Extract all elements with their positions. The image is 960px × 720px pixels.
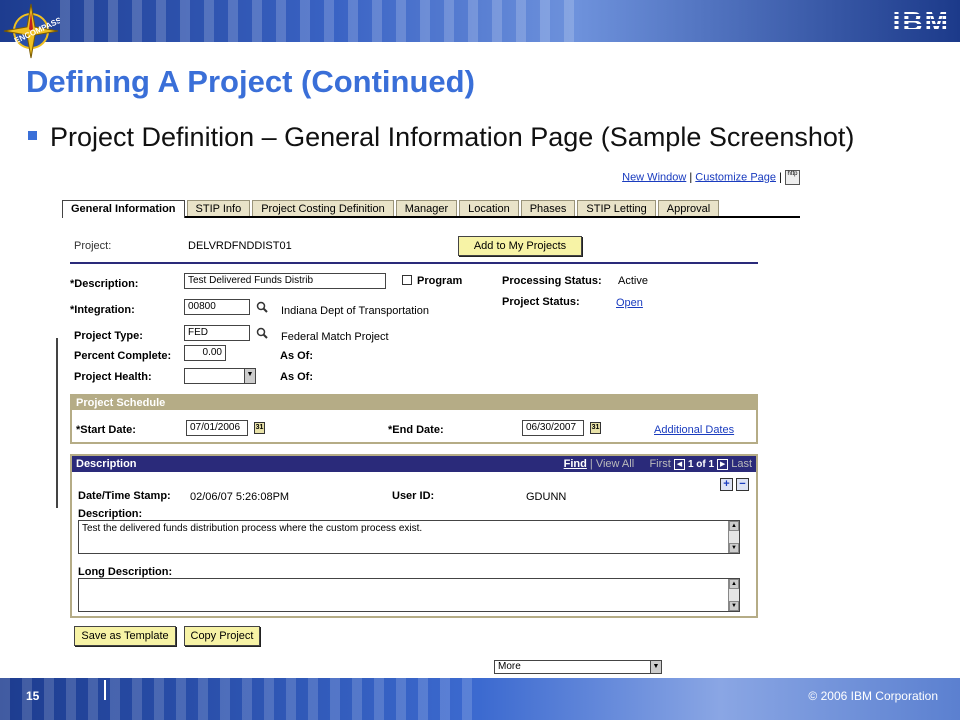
end-date-input[interactable]: 06/30/2007 [522, 420, 584, 436]
scroll-down-icon[interactable]: ▼ [729, 601, 739, 611]
long-description-textarea[interactable]: ▲ ▼ [78, 578, 740, 612]
tab-project-costing-definition[interactable]: Project Costing Definition [252, 200, 394, 216]
copy-project-button[interactable]: Copy Project [184, 626, 260, 646]
project-schedule-header: Project Schedule [72, 396, 756, 410]
row-counter: 1 of 1 [687, 459, 715, 470]
footer-divider [104, 680, 106, 700]
last-link[interactable]: Last [731, 458, 752, 470]
scroll-down-icon[interactable]: ▼ [729, 543, 739, 553]
as-of-label: As Of: [280, 350, 313, 362]
scroll-up-icon[interactable]: ▲ [729, 579, 739, 589]
first-link[interactable]: First [649, 458, 670, 470]
processing-status-value: Active [618, 275, 648, 287]
footer-pattern [0, 678, 480, 720]
scroll-up-icon[interactable]: ▲ [729, 521, 739, 531]
description-label: *Description: [70, 278, 139, 290]
project-id: DELVRDFNDDIST01 [188, 240, 292, 252]
banner-pattern [60, 0, 580, 42]
start-date-label: *Start Date: [76, 424, 136, 436]
top-banner: IBM [0, 0, 960, 42]
page-number: 15 [26, 689, 40, 703]
user-id-label: User ID: [392, 490, 435, 502]
program-checkbox[interactable] [402, 275, 412, 285]
user-id-value: GDUNN [526, 491, 567, 503]
find-link[interactable]: Find [564, 458, 587, 470]
link-separator: | [689, 171, 693, 184]
add-to-my-projects-button[interactable]: Add to My Projects [458, 236, 582, 256]
bullet-text: Project Definition – General Information… [50, 122, 855, 152]
date-time-stamp-label: Date/Time Stamp: [78, 490, 171, 502]
integration-description: Indiana Dept of Transportation [281, 305, 429, 317]
long-text-description-label: Description: [78, 508, 143, 520]
ibm-logo: IBM [892, 6, 950, 37]
left-rule [56, 338, 58, 508]
compass-logo-icon: ENCOMPASS [3, 3, 60, 59]
project-type-input[interactable]: FED [184, 325, 250, 341]
project-type-label: Project Type: [74, 330, 143, 342]
processing-status-label: Processing Status: [502, 275, 602, 287]
program-label: Program [417, 275, 463, 287]
date-time-stamp-value: 02/06/07 5:26:08PM [190, 491, 290, 503]
tab-approval[interactable]: Approval [657, 200, 720, 216]
start-date-input[interactable]: 07/01/2006 [186, 420, 248, 436]
percent-complete-label: Percent Complete: [74, 350, 172, 362]
description-input[interactable]: Test Delivered Funds Distrib [184, 273, 386, 289]
project-label: Project: [74, 240, 112, 252]
end-date-label: *End Date: [388, 424, 444, 436]
add-row-icon[interactable]: + [720, 478, 733, 491]
integration-label: *Integration: [70, 304, 135, 316]
slide-title: Defining A Project (Continued) [26, 64, 475, 99]
page-tabs: General Information STIP Info Project Co… [62, 200, 800, 218]
tab-stip-info[interactable]: STIP Info [186, 200, 251, 216]
view-all-link[interactable]: | View All [590, 458, 634, 470]
project-status-link[interactable]: Open [616, 297, 643, 309]
copyright: © 2006 IBM Corporation [808, 689, 938, 703]
project-type-description: Federal Match Project [281, 331, 389, 343]
tab-stip-letting[interactable]: STIP Letting [577, 200, 656, 216]
search-icon[interactable] [256, 327, 268, 339]
more-select-value: More [498, 661, 521, 672]
description-textarea[interactable]: Test the delivered funds distribution pr… [78, 520, 740, 554]
chevron-down-icon[interactable]: ▼ [244, 369, 255, 383]
chevron-down-icon[interactable]: ▼ [650, 661, 661, 673]
scrollbar[interactable]: ▲ ▼ [728, 579, 739, 611]
description-section-header: Description Find | View All First ◀ 1 of… [72, 456, 756, 472]
project-health-label: Project Health: [74, 371, 152, 383]
calendar-icon[interactable]: 31 [254, 422, 265, 434]
bullet-square-icon [28, 131, 37, 140]
tab-general-information[interactable]: General Information [62, 200, 185, 218]
project-status-label: Project Status: [502, 296, 580, 308]
footer-bar: 15 © 2006 IBM Corporation [0, 678, 960, 720]
description-section: Description Find | View All First ◀ 1 of… [70, 454, 758, 618]
project-health-select[interactable]: ▼ [184, 368, 256, 384]
next-arrow-icon[interactable]: ▶ [717, 458, 729, 470]
delete-row-icon[interactable]: − [736, 478, 749, 491]
calendar-icon[interactable]: 31 [590, 422, 601, 434]
search-icon[interactable] [256, 301, 268, 313]
link-separator: | [779, 171, 782, 184]
scrollbar[interactable]: ▲ ▼ [728, 521, 739, 553]
project-definition-screenshot: New Window | Customize Page | http Gener… [56, 168, 800, 676]
new-window-link[interactable]: New Window [622, 171, 686, 183]
tab-location[interactable]: Location [459, 200, 519, 216]
additional-dates-link[interactable]: Additional Dates [654, 424, 734, 436]
customize-page-link[interactable]: Customize Page [695, 171, 776, 183]
project-schedule-section: Project Schedule *Start Date: 07/01/2006… [70, 394, 758, 444]
row-navigation: Find | View All First ◀ 1 of 1 ▶ Last [564, 456, 752, 473]
as-of-label: As Of: [280, 371, 313, 383]
previous-arrow-icon[interactable]: ◀ [673, 458, 685, 470]
tab-phases[interactable]: Phases [520, 200, 576, 216]
bullet-item: Project Definition – General Information… [28, 118, 928, 156]
long-description-label: Long Description: [78, 566, 173, 578]
top-links: New Window | Customize Page | http [622, 170, 800, 185]
integration-input[interactable]: 00800 [184, 299, 250, 315]
description-text: Test the delivered funds distribution pr… [82, 523, 423, 534]
save-as-template-button[interactable]: Save as Template [74, 626, 176, 646]
percent-complete-input[interactable]: 0.00 [184, 345, 226, 361]
more-select[interactable]: More ▼ [494, 660, 662, 674]
header-divider [70, 262, 758, 264]
description-section-title: Description [76, 458, 137, 470]
http-icon[interactable]: http [785, 170, 800, 185]
tab-manager[interactable]: Manager [395, 200, 458, 216]
